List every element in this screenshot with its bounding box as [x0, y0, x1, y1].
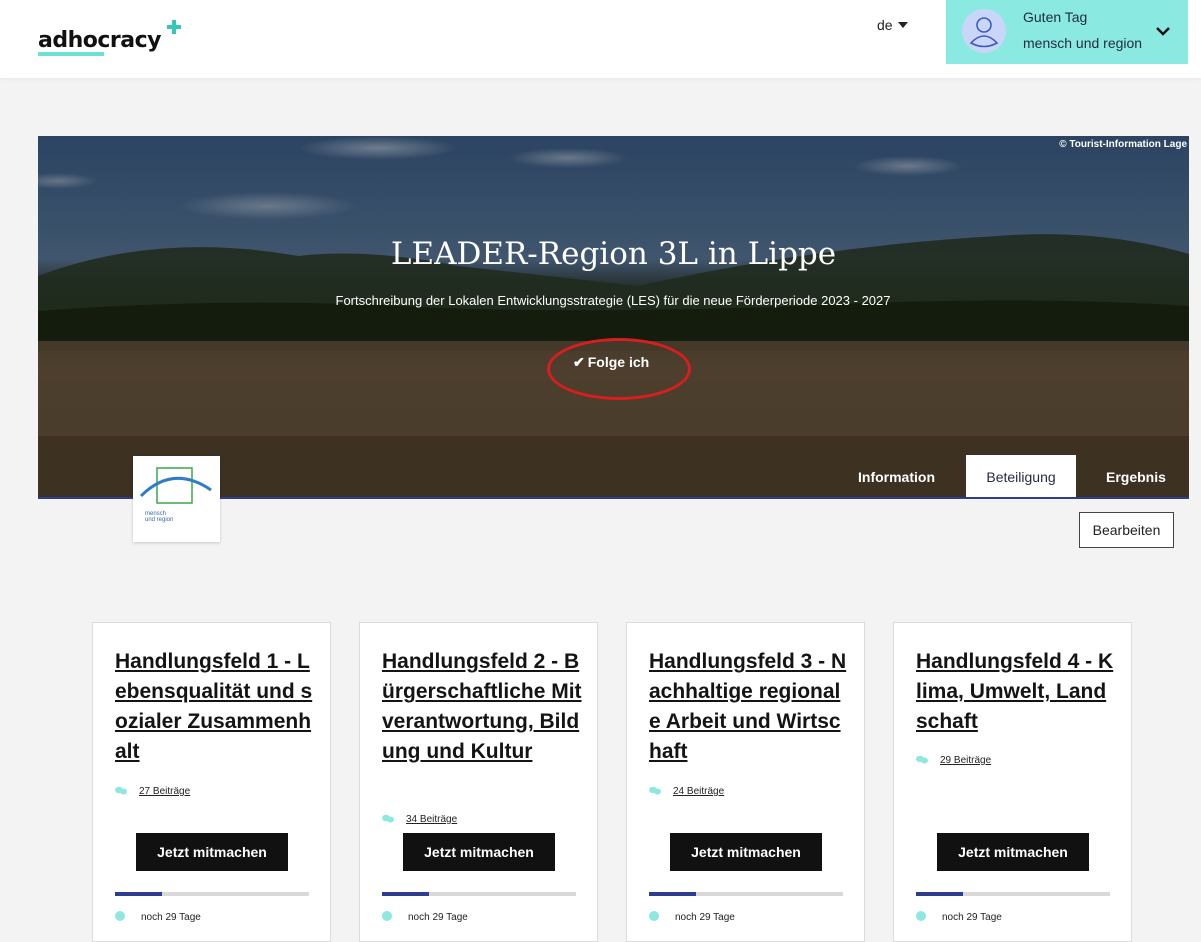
progress-bar [115, 892, 309, 896]
participate-button[interactable]: Jetzt mitmachen [403, 833, 555, 871]
user-name: mensch und region [1023, 35, 1143, 51]
clock-icon [916, 911, 926, 921]
highlight-circle [547, 338, 691, 400]
project-title: LEADER-Region 3L in Lippe [390, 236, 837, 272]
caret-down-icon [897, 22, 908, 28]
remaining-label: noch 29 Tage [942, 912, 1002, 923]
site-header: adhocracy de Guten Tag mensch und region [0, 0, 1201, 78]
participate-button[interactable]: Jetzt mitmachen [937, 833, 1089, 871]
user-avatar-icon [962, 9, 1006, 53]
remaining-label: noch 29 Tage [675, 912, 735, 923]
remaining-time: noch 29 Tage [916, 911, 1002, 923]
clock-icon [115, 911, 125, 921]
progress-fill [649, 892, 696, 896]
progress-fill [382, 892, 429, 896]
organisation-logo[interactable]: mensch und region [133, 456, 220, 542]
speech-bubbles-icon [115, 786, 127, 795]
comment-count[interactable]: 27 Beiträge [115, 786, 190, 797]
project-hero: © Tourist-Information Lage LEADER-Region… [38, 136, 1189, 498]
remaining-label: noch 29 Tage [141, 912, 201, 923]
org-arc-icon [139, 467, 212, 504]
participate-button[interactable]: Jetzt mitmachen [136, 833, 288, 871]
comment-count[interactable]: 34 Beiträge [382, 814, 457, 825]
language-label: de [877, 17, 893, 33]
user-menu-button[interactable]: Guten Tag mensch und region [946, 0, 1188, 64]
progress-bar [916, 892, 1110, 896]
remaining-time: noch 29 Tage [382, 911, 468, 923]
tab-beteiligung[interactable]: Beteiligung [966, 455, 1076, 498]
module-card: Handlungsfeld 1 - Lebensqualität und soz… [92, 622, 331, 942]
org-logo-line2: und region [145, 517, 174, 523]
image-credit: © Tourist-Information Lage [1059, 139, 1187, 150]
module-card: Handlungsfeld 2 - Bürgerschaftliche Mitv… [359, 622, 598, 942]
speech-bubbles-icon [382, 814, 394, 823]
remaining-time: noch 29 Tage [649, 911, 735, 923]
comment-count-label: 24 Beiträge [673, 786, 725, 797]
progress-fill [115, 892, 162, 896]
chevron-down-icon [1156, 27, 1170, 36]
language-switcher[interactable]: de [877, 17, 908, 33]
participate-button[interactable]: Jetzt mitmachen [670, 833, 822, 871]
card-title[interactable]: Handlungsfeld 2 - Bürgerschaftliche Mitv… [382, 647, 582, 767]
tab-ergebnis[interactable]: Ergebnis [1106, 469, 1166, 485]
speech-bubbles-icon [916, 755, 928, 764]
card-title[interactable]: Handlungsfeld 1 - Lebensqualität und soz… [115, 647, 315, 767]
project-subtitle: Fortschreibung der Lokalen Entwicklungss… [335, 293, 891, 308]
comment-count[interactable]: 29 Beiträge [916, 755, 991, 766]
speech-bubbles-icon [649, 786, 661, 795]
tab-information[interactable]: Information [858, 469, 935, 485]
remaining-time: noch 29 Tage [115, 911, 201, 923]
card-title[interactable]: Handlungsfeld 3 - Nachhaltige regionale … [649, 647, 849, 767]
card-title[interactable]: Handlungsfeld 4 - Klima, Umwelt, Landsch… [916, 647, 1116, 737]
comment-count-label: 27 Beiträge [139, 786, 191, 797]
hero-overlay [38, 136, 1189, 498]
site-logo[interactable]: adhocracy [38, 28, 162, 53]
org-logo-text: mensch und region [145, 511, 173, 523]
user-greeting: Guten Tag [1023, 9, 1088, 25]
remaining-label: noch 29 Tage [408, 912, 468, 923]
comment-count-label: 34 Beiträge [406, 814, 458, 825]
progress-bar [649, 892, 843, 896]
comment-count-label: 29 Beiträge [940, 755, 992, 766]
edit-button[interactable]: Bearbeiten [1079, 512, 1174, 548]
comment-count[interactable]: 24 Beiträge [649, 786, 724, 797]
logo-underline [38, 52, 104, 56]
progress-fill [916, 892, 963, 896]
clock-icon [649, 911, 659, 921]
logo-plus-icon [167, 20, 181, 34]
module-card: Handlungsfeld 4 - Klima, Umwelt, Landsch… [893, 622, 1132, 942]
clock-icon [382, 911, 392, 921]
progress-bar [382, 892, 576, 896]
module-card: Handlungsfeld 3 - Nachhaltige regionale … [626, 622, 865, 942]
